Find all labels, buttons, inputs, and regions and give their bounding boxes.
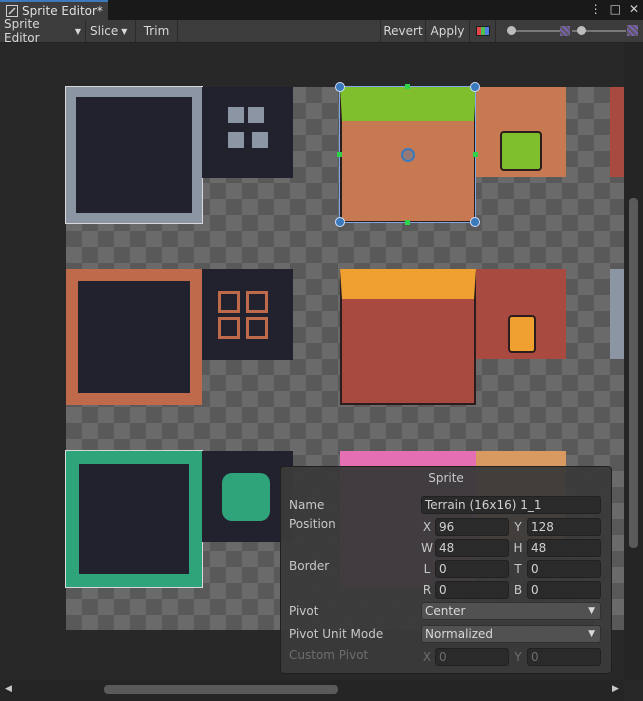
selected-sprite-rect[interactable] xyxy=(335,82,480,227)
orange-tuft-sprite[interactable] xyxy=(476,269,566,359)
horizontal-scroll-thumb[interactable] xyxy=(104,685,338,694)
name-label: Name xyxy=(289,498,325,512)
position-label: Position xyxy=(289,517,336,531)
vertical-scrollbar[interactable] xyxy=(624,43,643,680)
h-label: H xyxy=(513,541,523,555)
tab-bar: Sprite Editor* ⋮ □ ✕ xyxy=(0,0,643,20)
sprite-editor-icon xyxy=(6,5,18,17)
r-label: R xyxy=(422,583,432,597)
position-y-field[interactable]: 128 xyxy=(527,518,601,536)
slice-dropdown[interactable]: Slice ▼ xyxy=(86,20,136,42)
alpha-zoom-slider[interactable] xyxy=(504,24,560,38)
pivot-dropdown[interactable]: Center ▼ xyxy=(421,602,601,620)
zoom-slider-handle[interactable] xyxy=(577,26,587,35)
pivot-label: Pivot xyxy=(289,604,319,618)
mip-zoom-slider[interactable] xyxy=(572,24,626,38)
chevron-down-icon: ▼ xyxy=(121,26,128,36)
horizontal-scrollbar[interactable]: ◀ ▶ xyxy=(0,680,624,701)
custom-pivot-y-field: 0 xyxy=(527,648,601,666)
teal-frame-sprite[interactable] xyxy=(65,450,203,588)
clay-frame-sprite[interactable] xyxy=(66,269,202,405)
custom-pivot-y-label: Y xyxy=(514,650,522,664)
chevron-down-icon: ▼ xyxy=(588,629,595,639)
sprite-inspector-panel: Sprite Name Terrain (16x16) 1_1 Position… xyxy=(280,466,612,674)
slice-label: Slice xyxy=(90,24,119,38)
trim-label: Trim xyxy=(143,24,170,38)
rgb-channels-icon xyxy=(475,26,490,36)
custom-pivot-x-field: 0 xyxy=(435,648,509,666)
border-t-field[interactable]: 0 xyxy=(527,560,601,578)
position-h-field[interactable]: 48 xyxy=(527,539,601,557)
sprite-editor-mode-dropdown[interactable]: Sprite Editor ▼ xyxy=(0,17,86,45)
custom-pivot-x-label: X xyxy=(422,650,432,664)
close-icon[interactable]: ✕ xyxy=(629,2,639,16)
resize-handle-top-right[interactable] xyxy=(470,82,480,92)
checker-large-icon xyxy=(627,25,638,36)
border-b-field[interactable]: 0 xyxy=(527,581,601,599)
y-label: Y xyxy=(514,520,522,534)
l-label: L xyxy=(423,562,431,576)
orange-block-sprite[interactable] xyxy=(340,269,476,405)
alpha-slider-handle[interactable] xyxy=(507,26,516,35)
apply-label: Apply xyxy=(430,24,465,38)
b-label: B xyxy=(513,583,523,597)
checker-small-icon xyxy=(560,26,570,36)
window-menu-icon[interactable]: ⋮ xyxy=(590,2,602,16)
sprite-editor-mode-label: Sprite Editor xyxy=(4,17,40,45)
toolbar: Sprite Editor ▼ Slice ▼ Trim Revert Apply xyxy=(0,17,643,45)
revert-button[interactable]: Revert xyxy=(380,20,426,42)
custom-pivot-label: Custom Pivot xyxy=(289,648,369,662)
pivot-handle[interactable] xyxy=(401,148,415,162)
grass-tuft-sprite[interactable] xyxy=(476,87,566,177)
pivot-unit-mode-label: Pivot Unit Mode xyxy=(289,627,384,641)
pivot-unit-mode-dropdown[interactable]: Normalized ▼ xyxy=(421,625,601,643)
clay-blocks-sprite[interactable] xyxy=(202,269,293,360)
scroll-right-arrow-icon[interactable]: ▶ xyxy=(612,684,619,694)
stone-blocks-sprite[interactable] xyxy=(202,87,293,178)
apply-button[interactable]: Apply xyxy=(426,20,470,42)
x-label: X xyxy=(422,520,432,534)
resize-handle-bottom-left[interactable] xyxy=(335,217,345,227)
position-x-field[interactable]: 96 xyxy=(435,518,509,536)
position-w-field[interactable]: 48 xyxy=(435,539,509,557)
border-handle-bottom[interactable] xyxy=(405,220,410,225)
edge-sprite-2[interactable] xyxy=(610,269,624,359)
t-label: T xyxy=(514,562,522,576)
border-r-field[interactable]: 0 xyxy=(435,581,509,599)
edge-sprite-1[interactable] xyxy=(610,87,624,177)
stone-frame-sprite[interactable] xyxy=(65,86,203,224)
resize-handle-bottom-right[interactable] xyxy=(470,217,480,227)
panel-title: Sprite xyxy=(428,471,464,485)
border-handle-right[interactable] xyxy=(473,152,478,157)
name-field[interactable]: Terrain (16x16) 1_1 xyxy=(421,496,601,514)
scroll-left-arrow-icon[interactable]: ◀ xyxy=(5,684,12,694)
border-handle-top[interactable] xyxy=(405,84,410,89)
resize-handle-top-left[interactable] xyxy=(335,82,345,92)
border-label: Border xyxy=(289,559,330,573)
w-label: W xyxy=(421,541,433,555)
border-handle-left[interactable] xyxy=(337,152,342,157)
chevron-down-icon: ▼ xyxy=(588,606,595,616)
tab-title: Sprite Editor* xyxy=(22,4,103,18)
vertical-scroll-thumb[interactable] xyxy=(629,198,638,548)
pivot-unit-mode-value: Normalized xyxy=(425,627,494,641)
maximize-icon[interactable]: □ xyxy=(610,2,621,16)
chevron-down-icon: ▼ xyxy=(74,26,81,36)
revert-label: Revert xyxy=(383,24,423,38)
trim-button[interactable]: Trim xyxy=(136,20,178,42)
border-l-field[interactable]: 0 xyxy=(435,560,509,578)
color-channel-toggle[interactable] xyxy=(470,20,496,42)
pivot-value: Center xyxy=(425,604,466,618)
